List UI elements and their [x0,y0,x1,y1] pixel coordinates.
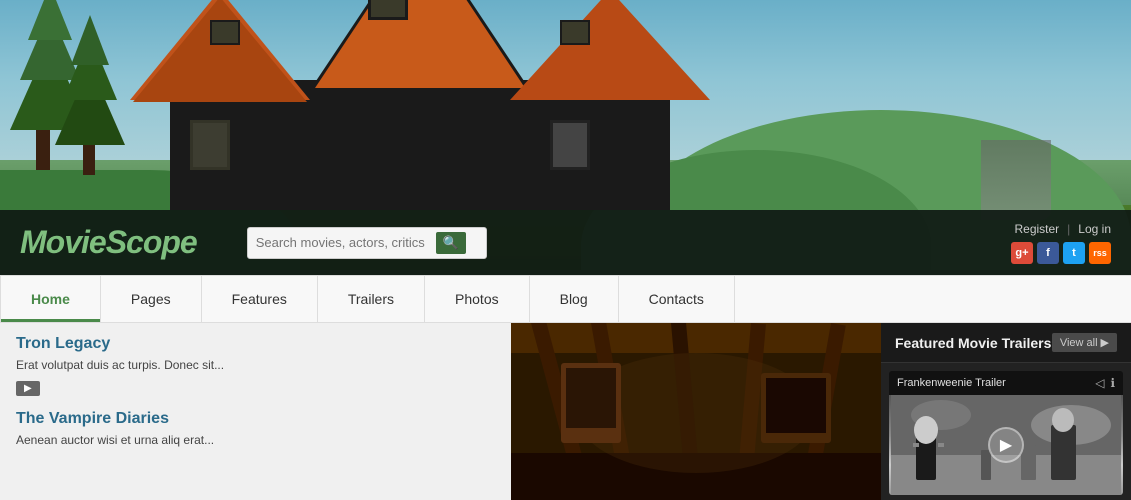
share-icon[interactable]: ◁ [1095,376,1104,390]
play-button[interactable]: ▶ [988,427,1024,463]
nav-item-pages[interactable]: Pages [101,276,202,322]
trailer-name: Frankenweenie Trailer [897,377,1006,389]
trailer-card: Frankenweenie Trailer ◁ ℹ [889,371,1123,495]
nav-bar: Home Pages Features Trailers Photos Blog… [0,275,1131,323]
road [981,140,1051,220]
article-1-text: Erat volutpat duis ac turpis. Donec sit.… [16,357,495,374]
articles-panel: Tron Legacy Erat volutpat duis ac turpis… [0,323,511,500]
movie-scene-svg [511,323,881,500]
movie-image-panel [511,323,881,500]
readmore-icon: ▶ [24,383,32,394]
header-right: Register | Log in g+ f t rss [1011,222,1111,264]
search-container: 🔍 [247,227,487,259]
login-link[interactable]: Log in [1078,222,1111,236]
main-content: Tron Legacy Erat volutpat duis ac turpis… [0,323,1131,500]
trailer-top-bar: Frankenweenie Trailer ◁ ℹ [889,371,1123,395]
social-icons: g+ f t rss [1011,242,1111,264]
movie-image [511,323,881,500]
gplus-icon[interactable]: g+ [1011,242,1033,264]
article-1: Tron Legacy Erat volutpat duis ac turpis… [16,335,495,396]
article-2: The Vampire Diaries Aenean auctor wisi e… [16,410,495,449]
article-1-title[interactable]: Tron Legacy [16,335,495,353]
auth-links: Register | Log in [1014,222,1111,236]
article-2-text: Aenean auctor wisi et urna aliq erat... [16,432,495,449]
sidebar-title: Featured Movie Trailers [895,335,1051,351]
search-button[interactable]: 🔍 [436,232,466,254]
view-all-arrow: ▶ [1101,336,1109,349]
sidebar-header: Featured Movie Trailers View all ▶ [881,323,1131,363]
nav-item-contacts[interactable]: Contacts [619,276,735,322]
trailer-icons: ◁ ℹ [1095,376,1115,390]
twitter-icon[interactable]: t [1063,242,1085,264]
view-all-label: View all [1060,337,1098,349]
nav-item-features[interactable]: Features [202,276,318,322]
nav-item-photos[interactable]: Photos [425,276,530,322]
sidebar-panel: Featured Movie Trailers View all ▶ Frank… [881,323,1131,500]
play-icon: ▶ [1000,435,1012,455]
info-icon[interactable]: ℹ [1110,376,1115,390]
register-link[interactable]: Register [1014,222,1059,236]
site-logo[interactable]: MovieScope [20,224,197,261]
nav-item-home[interactable]: Home [0,276,101,322]
facebook-icon[interactable]: f [1037,242,1059,264]
search-input[interactable] [256,235,436,250]
tree-2 [55,15,125,175]
separator: | [1067,222,1070,236]
view-all-button[interactable]: View all ▶ [1052,333,1117,352]
header-bar: MovieScope 🔍 Register | Log in g+ f t rs… [0,210,1131,275]
nav-item-blog[interactable]: Blog [530,276,619,322]
logo-part2: Scope [106,224,197,260]
logo-part1: Movie [20,224,106,260]
trailer-thumbnail: ▶ [889,395,1123,495]
nav-item-trailers[interactable]: Trailers [318,276,425,322]
house [130,10,710,210]
article-2-title[interactable]: The Vampire Diaries [16,410,495,428]
rss-icon[interactable]: rss [1089,242,1111,264]
article-1-readmore[interactable]: ▶ [16,381,40,396]
